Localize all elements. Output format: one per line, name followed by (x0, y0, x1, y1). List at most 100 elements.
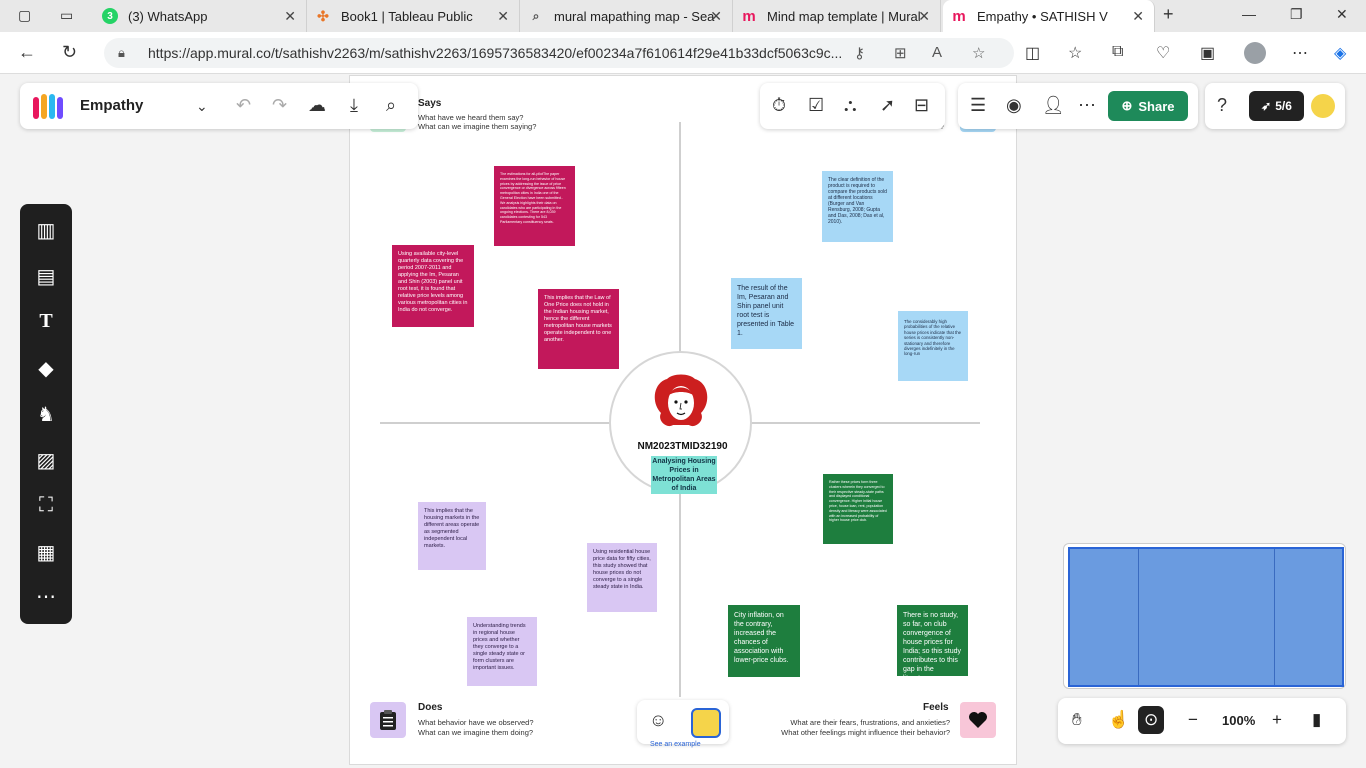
private-mode-icon[interactable]: ⛬ (844, 95, 857, 116)
copilot-icon[interactable]: ◈ (1334, 43, 1346, 63)
table-icon[interactable]: ▦ (20, 540, 72, 565)
mural-logo-icon[interactable] (32, 93, 64, 119)
read-aloud-icon[interactable]: A (932, 44, 942, 61)
tab-actions-icon[interactable]: ▭ (60, 7, 73, 24)
tab-whatsapp[interactable]: 3 (3) WhatsApp ✕ (94, 0, 307, 32)
sticky-note[interactable]: Understanding trends in regional house p… (467, 617, 537, 686)
minimap-toggle-icon[interactable]: ▮ (1312, 710, 1321, 730)
chevron-down-icon[interactable]: ⌄ (196, 98, 208, 115)
sticky-note[interactable]: Using residential house price data for f… (587, 543, 657, 612)
workspaces-icon[interactable]: ▢ (18, 7, 31, 24)
add-user-icon: ⊕ (1121, 98, 1133, 113)
undo-icon[interactable]: ↶ (236, 95, 251, 116)
members-icon[interactable]: 👤︎ (1042, 95, 1065, 116)
sticky-note[interactable]: The considerably high probabilities of t… (898, 311, 968, 381)
templates-icon[interactable]: ▥ (20, 218, 72, 243)
outline-icon[interactable]: ☰ (970, 95, 986, 116)
clipboard-icon (370, 702, 406, 738)
laser-pointer-icon[interactable]: ➚ (880, 95, 895, 116)
board-toolbar: Empathy ⌄ ↶ ↷ ☁ ⤓ ⌕ (20, 83, 418, 129)
back-icon[interactable]: ← (18, 42, 36, 63)
collections-icon[interactable]: ⧉ (1112, 43, 1123, 61)
icons-llama-icon[interactable]: ♞ (20, 402, 72, 427)
close-tab-icon[interactable]: ✕ (497, 8, 509, 25)
tab-mind-map[interactable]: m Mind map template | Mural ✕ (733, 0, 941, 32)
sticky-note[interactable]: This implies that the housing markets in… (418, 502, 486, 570)
wallet-icon[interactable]: ▣ (1200, 43, 1215, 63)
image-icon[interactable]: ▨ (20, 448, 72, 473)
help-icon[interactable]: ? (1217, 95, 1227, 116)
new-tab-icon[interactable]: + (1163, 4, 1174, 25)
more-options-icon[interactable]: ⋯ (1078, 95, 1096, 116)
close-tab-icon[interactable]: ✕ (1132, 8, 1144, 25)
close-tab-icon[interactable]: ✕ (710, 8, 722, 25)
sticky-note[interactable]: City inflation, on the contrary, increas… (728, 605, 800, 677)
share-button[interactable]: ⊕ Share (1108, 91, 1188, 121)
close-tab-icon[interactable]: ✕ (918, 8, 930, 25)
persona-face-icon (654, 374, 708, 427)
search-icon: ⌕ (532, 8, 540, 23)
close-window-icon[interactable]: ✕ (1336, 6, 1348, 23)
sticky-note[interactable]: Rather these prices form three clusters … (823, 474, 893, 544)
text-icon[interactable]: T (20, 310, 72, 333)
map-icon[interactable]: ⊙ (1138, 706, 1165, 734)
tab-tableau[interactable]: ✣ Book1 | Tableau Public ✕ (307, 0, 520, 32)
zoom-out-icon[interactable]: − (1188, 710, 1198, 730)
see-example-link[interactable]: See an example (650, 741, 701, 748)
mural-icon: m (742, 7, 756, 25)
cloud-saved-icon: ☁ (308, 95, 326, 115)
timer-icon[interactable]: ⏱ (772, 95, 786, 116)
tab-empathy[interactable]: m Empathy • SATHISH V ✕ (943, 0, 1155, 32)
facilitation-toolbar: ⏱ ☑ ⛬ ➚ ⊟ (760, 83, 945, 129)
more-tools-icon[interactable]: ⋯ (20, 584, 72, 609)
close-tab-icon[interactable]: ✕ (284, 8, 296, 25)
profile-avatar[interactable] (1244, 42, 1266, 64)
smiley-icon[interactable]: ☺ (649, 710, 667, 731)
user-avatar[interactable] (1311, 94, 1335, 118)
minimize-icon[interactable]: — (1242, 6, 1256, 22)
favorite-icon[interactable]: ☆ (972, 44, 985, 62)
sticky-note[interactable]: The estimations for all-pilotThe paper e… (494, 166, 575, 246)
search-icon[interactable]: ⌕ (386, 95, 396, 116)
hand-pan-icon[interactable]: ✋︎ (1072, 710, 1082, 730)
does-prompt-2: What can we imagine them doing? (418, 728, 534, 737)
rocket-icon: ➶ (1261, 99, 1272, 113)
board-name[interactable]: Empathy (80, 97, 143, 114)
persona-center[interactable]: NM2023TMID32190 Analysing Housing Prices… (609, 351, 752, 494)
checklist-icon[interactable]: ☑ (808, 95, 824, 116)
restore-icon[interactable]: ❐ (1290, 6, 1303, 23)
sticky-note[interactable]: This implies that the Law of One Price d… (538, 289, 619, 369)
sticky-note-icon[interactable]: ▤ (20, 264, 72, 289)
sticky-note[interactable]: Using available city-level quarterly dat… (392, 245, 474, 327)
onboarding-progress-button[interactable]: ➶ 5/6 (1249, 91, 1304, 121)
more-icon[interactable]: ⋯ (1292, 43, 1308, 63)
reactions-bar: ☺ (637, 700, 729, 744)
zoom-controls: ✋︎ ☝ ⊙ − 100% + ▮ (1058, 698, 1346, 744)
shapes-icon[interactable]: ◆ (20, 356, 72, 381)
minimap[interactable] (1063, 543, 1346, 689)
performance-icon[interactable]: ♡ (1156, 43, 1170, 63)
sticky-note[interactable]: The clear definition of the product is r… (822, 171, 893, 242)
tab-search[interactable]: ⌕ mural mapathing map - Sea ✕ (520, 0, 733, 32)
zoom-level[interactable]: 100% (1222, 713, 1255, 728)
minimap-viewport[interactable] (1068, 547, 1344, 687)
redo-icon[interactable]: ↷ (272, 95, 287, 116)
mural-icon: m (952, 7, 966, 25)
split-screen-icon[interactable]: ◫ (1025, 43, 1040, 63)
sticky-note[interactable]: The result of the Im, Pesaran and Shin p… (731, 278, 802, 349)
collaboration-toolbar: ☰ ◉ 👤︎ ⋯ ⊕ Share (958, 83, 1198, 129)
select-hand-icon[interactable]: ☝ (1108, 710, 1129, 730)
template-thumbnail[interactable] (691, 708, 721, 738)
sticky-note[interactable]: There is no study, so far, on club conve… (897, 605, 968, 676)
favorites-icon[interactable]: ☆ (1068, 43, 1082, 63)
download-icon[interactable]: ⤓ (350, 95, 358, 116)
key-icon[interactable]: ⚷ (854, 44, 865, 62)
url-field[interactable]: 🔒︎ https://app.mural.co/t/sathishv2263/m… (104, 38, 1014, 68)
refresh-icon[interactable]: ↻ (62, 42, 77, 63)
toolkit-icon[interactable]: ⊟ (914, 95, 929, 116)
app-icon[interactable]: ⊞ (894, 44, 907, 62)
comments-icon[interactable]: ◉ (1006, 95, 1022, 116)
diagram-icon[interactable]: ⛶ (20, 494, 72, 517)
says-prompt-1: What have we heard them say? (418, 113, 524, 122)
zoom-in-icon[interactable]: + (1272, 710, 1282, 730)
